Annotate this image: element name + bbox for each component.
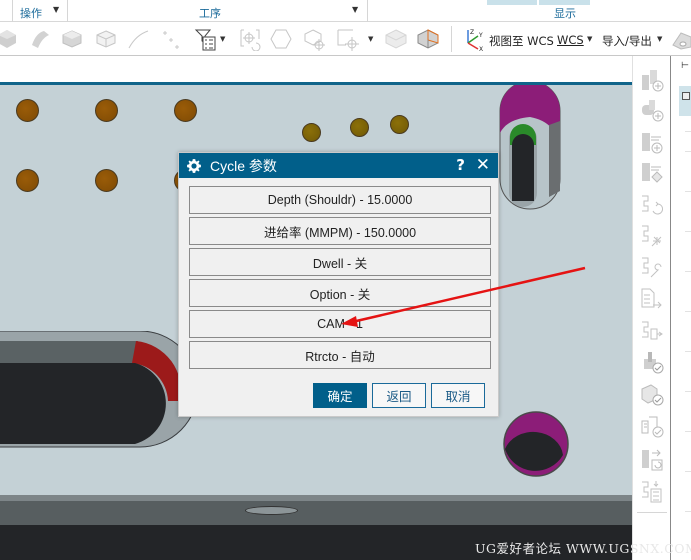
divider [637,512,667,513]
curve-icon[interactable] [125,26,151,52]
operations-dropdown-icon[interactable]: ▼ [53,5,59,14]
divider [685,231,691,232]
group-operations-label[interactable]: 操作 [20,5,42,21]
divider [685,431,691,432]
round-pocket [503,411,569,477]
csys-dropdown-icon[interactable]: ▼ [368,35,373,43]
divider [685,471,691,472]
solid-shaded-icon[interactable] [0,26,20,52]
divider [12,0,13,22]
divider [685,311,691,312]
wcs-menu-button[interactable]: WCS [557,33,584,47]
drill-hole [302,123,321,142]
create-method-icon[interactable] [638,158,666,186]
view-to-wcs-button[interactable]: 视图至 WCS [489,33,554,49]
operation-list-icon[interactable] [638,478,666,506]
gear-icon [187,158,201,173]
back-button[interactable]: 返回 [372,383,426,408]
postprocess-icon[interactable] [638,286,666,314]
vertical-slot [499,85,561,210]
svg-text:X: X [479,46,483,51]
block-orange-edge-icon[interactable] [415,26,441,52]
navigator-title-icon: ⊢ [681,61,689,71]
create-program-icon[interactable] [638,66,666,94]
divider [685,351,691,352]
dialog-title: Cycle 参数 [210,157,277,174]
check-geometry-icon[interactable] [638,348,666,376]
drill-hole [95,169,118,192]
divider [685,391,691,392]
cycle-parameters-dialog: Cycle 参数 ? ✕ Depth (Shouldr) - 15.0000 进… [178,152,499,417]
rtrcto-param-button[interactable]: Rtrcto - 自动 [189,341,491,369]
edit-path-icon[interactable] [638,254,666,282]
close-button[interactable]: ✕ [476,155,490,175]
block-shaded-icon[interactable] [59,26,85,52]
group-display-label[interactable]: 显示 [554,5,576,21]
drill-hole [16,99,39,122]
help-button[interactable]: ? [456,156,465,174]
dwell-param-button[interactable]: Dwell - 关 [189,248,491,276]
check-gouge-icon[interactable] [638,380,666,408]
navigator-panel[interactable]: ⊢ [670,56,691,560]
ribbon-group-row: 操作 ▼ 工序 ▼ 显示 [0,0,691,22]
filter-list-icon[interactable] [193,26,219,52]
hexagon-icon[interactable] [268,26,294,52]
dialog-title-bar[interactable]: Cycle 参数 ? ✕ [179,153,498,178]
operation-dropdown-icon[interactable]: ▼ [352,5,358,14]
option-param-button[interactable]: Option - 关 [189,279,491,307]
cancel-button[interactable]: 取消 [431,383,485,408]
part-icon[interactable] [668,26,691,52]
drill-hole [390,115,409,134]
resource-toolbar [632,56,670,560]
points-icon[interactable] [158,26,184,52]
check-machine-icon[interactable] [638,412,666,440]
part-side [0,501,632,525]
bottom-hole [245,506,298,515]
surface-icon[interactable] [27,26,53,52]
toolbar: ▼ ▼ ZY X 视图至 WCS WCS ▼ 导入/导出 ▼ [0,22,691,56]
create-geometry-icon[interactable] [638,128,666,156]
create-tool-icon[interactable] [638,96,666,124]
horizontal-slot [0,331,195,448]
divider [685,191,691,192]
translucent-block-icon[interactable] [383,26,409,52]
feedrate-param-button[interactable]: 进给率 (MMPM) - 150.0000 [189,217,491,245]
svg-text:Y: Y [478,32,483,39]
shop-docs-icon[interactable] [638,318,666,346]
ok-button[interactable]: 确定 [313,383,367,408]
svg-text:Z: Z [470,29,474,36]
group-operation-label[interactable]: 工序 [199,5,221,21]
wcs-axes-icon[interactable]: ZY X [461,26,487,52]
csys-icon[interactable] [335,26,361,52]
watermark: UG爱好者论坛 WWW.UGSNX.COM [475,541,691,556]
import-export-button[interactable]: 导入/导出 [602,33,652,49]
depth-param-button[interactable]: Depth (Shouldr) - 15.0000 [189,186,491,214]
navigator-toolbar-strip [679,86,691,116]
divider [451,26,452,52]
verify-path-icon[interactable] [638,222,666,250]
drill-hole [174,99,197,122]
divider [367,0,368,22]
transform-replay-icon[interactable] [638,446,666,474]
wcs-dropdown-icon[interactable]: ▼ [587,35,592,43]
block-csys-icon[interactable] [301,26,327,52]
divider [685,131,691,132]
drill-hole [350,118,369,137]
divider [685,271,691,272]
divider [67,0,68,22]
reorient-icon[interactable] [237,26,263,52]
navigator-grid-icon[interactable] [682,92,690,100]
divider [685,151,691,152]
tab-highlight [487,0,537,5]
cam-param-button[interactable]: CAM - 1 [189,310,491,338]
import-export-dropdown-icon[interactable]: ▼ [657,35,662,43]
regenerate-path-icon[interactable] [638,192,666,220]
drill-hole [16,169,39,192]
drill-hole [95,99,118,122]
block-wire-icon[interactable] [93,26,119,52]
divider [685,511,691,512]
filter-dropdown-icon[interactable]: ▼ [220,35,225,43]
